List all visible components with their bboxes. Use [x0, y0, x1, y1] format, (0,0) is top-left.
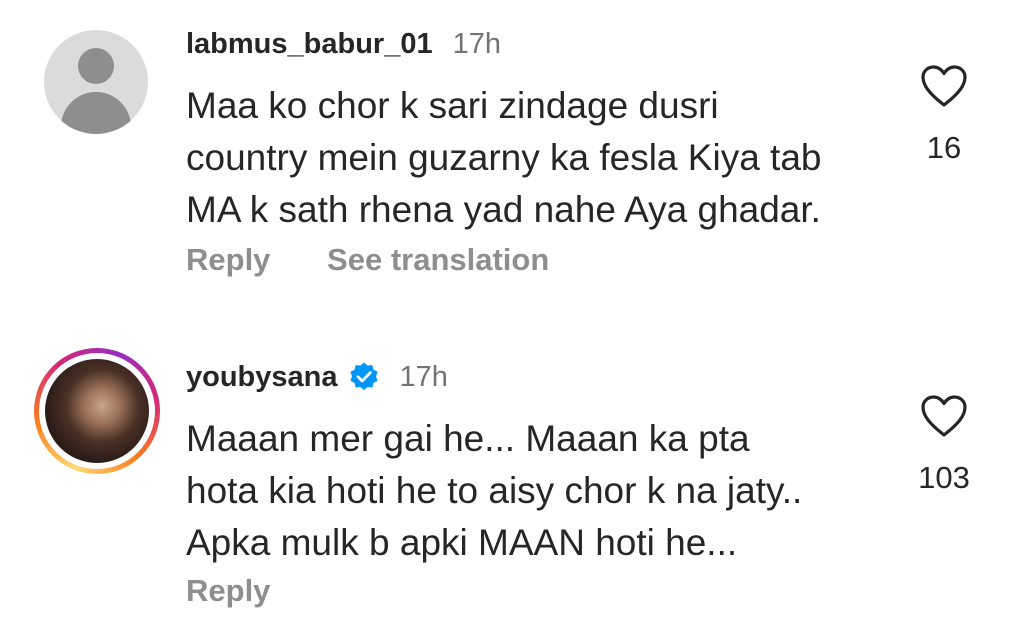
like-column: 103	[894, 394, 994, 496]
reply-button[interactable]: Reply	[186, 242, 270, 278]
story-ring	[34, 348, 160, 474]
person-placeholder-icon	[44, 30, 148, 134]
comment-timestamp: 17h	[399, 361, 448, 393]
verified-badge-icon	[349, 362, 378, 391]
reply-button[interactable]: Reply	[186, 573, 270, 609]
see-translation-button[interactable]: See translation	[327, 242, 549, 278]
comment-text-line: Maa ko chor k sari zindage dusri	[186, 85, 719, 126]
heart-outline-icon[interactable]	[920, 394, 968, 438]
comment-username[interactable]: labmus_babur_01	[186, 26, 433, 62]
like-count: 103	[918, 460, 970, 495]
comment-item: labmus_babur_01 17h Maa ko chor k sari z…	[0, 0, 1024, 330]
comment-text-line: hota kia hoti he to aisy chor k na jaty.…	[186, 470, 803, 511]
comment-text-line: Apka mulk b apki MAAN hoti he...	[186, 522, 738, 563]
comment-header: labmus_babur_01 17h	[186, 26, 501, 62]
avatar[interactable]	[44, 30, 148, 134]
profile-photo	[45, 359, 149, 463]
comment-username[interactable]: youbysana	[186, 359, 338, 395]
avatar[interactable]	[34, 348, 160, 474]
comment-text-line: country mein guzarny ka fesla Kiya tab	[186, 137, 822, 178]
comment-item: youbysana 17h Maaan mer gai he... Maaan …	[0, 330, 1024, 635]
comment-text: Maaan mer gai he... Maaan ka pta hota ki…	[186, 413, 886, 569]
like-count: 16	[926, 130, 962, 165]
comment-timestamp: 17h	[452, 28, 501, 60]
comment-header: youbysana 17h	[186, 359, 448, 395]
comment-text-line: MA k sath rhena yad nahe Aya ghadar.	[186, 189, 821, 230]
comment-text: Maa ko chor k sari zindage dusri country…	[186, 80, 886, 236]
like-column: 16	[894, 64, 994, 166]
comment-text-line: Maaan mer gai he... Maaan ka pta	[186, 418, 750, 459]
comment-actions: Reply See translation	[186, 242, 549, 278]
heart-outline-icon[interactable]	[920, 64, 968, 108]
comment-actions: Reply	[186, 573, 270, 609]
